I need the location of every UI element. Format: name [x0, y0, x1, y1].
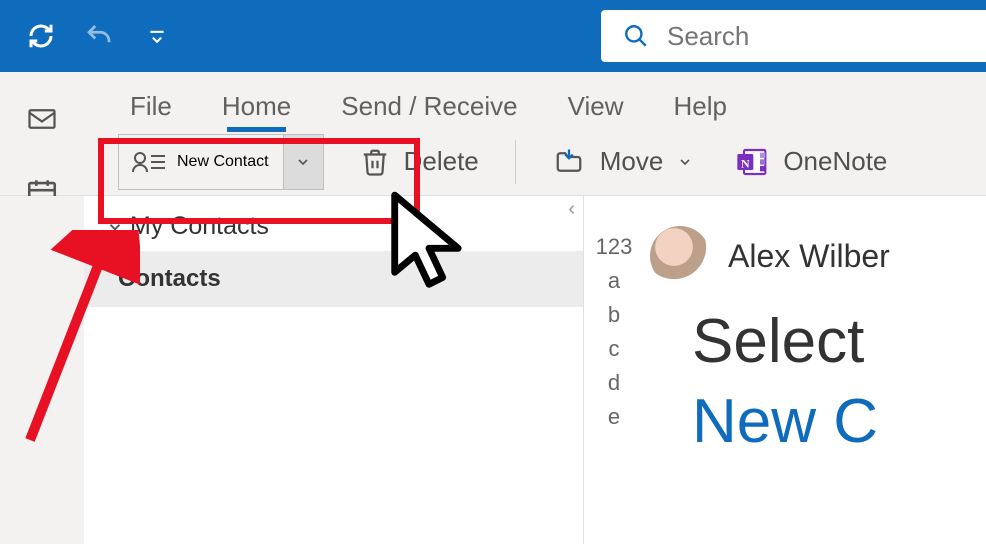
tooltip-line2: New C [692, 386, 878, 457]
az-d[interactable]: d [584, 366, 644, 400]
contact-name: Alex Wilber [728, 238, 890, 275]
delete-label: Delete [404, 146, 479, 177]
folder-contacts[interactable]: Contacts [84, 251, 583, 307]
new-contact-button[interactable]: New Contact [118, 134, 324, 190]
ribbon: New Contact Delete Move [0, 128, 986, 196]
content-pane: 123 a b c d e Alex Wilber Select New C [584, 196, 986, 544]
new-contact-label: New Contact [177, 153, 269, 171]
tooltip-line1: Select [692, 306, 864, 377]
contact-card[interactable]: Alex Wilber [644, 226, 986, 286]
az-e[interactable]: e [584, 400, 644, 434]
new-contact-dropdown[interactable] [283, 135, 323, 189]
collapse-pane-icon[interactable]: ‹ [568, 198, 575, 221]
onenote-button[interactable]: N OneNote [729, 140, 893, 184]
move-label: Move [600, 146, 664, 177]
ribbon-divider [515, 140, 516, 184]
new-contact-icon [131, 147, 167, 177]
tab-home[interactable]: Home [222, 91, 291, 128]
rail-mail[interactable] [0, 82, 84, 156]
onenote-label: OneNote [783, 146, 887, 177]
move-button[interactable]: Move [546, 140, 700, 183]
ribbon-tabs: File Home Send / Receive View Help [0, 72, 986, 128]
search-input[interactable] [667, 21, 964, 52]
group-label: My Contacts [130, 212, 269, 241]
tab-send-receive[interactable]: Send / Receive [341, 91, 517, 128]
delete-button[interactable]: Delete [354, 140, 485, 184]
avatar [650, 226, 710, 286]
customize-dropdown-icon[interactable] [142, 21, 172, 51]
tab-view[interactable]: View [568, 91, 624, 128]
folder-move-icon [552, 147, 586, 177]
search-box[interactable] [601, 10, 986, 62]
chevron-down-icon [677, 154, 693, 170]
az-c[interactable]: c [584, 332, 644, 366]
folder-pane: ‹ My Contacts Contacts [84, 196, 584, 544]
group-my-contacts[interactable]: My Contacts [84, 202, 583, 251]
trash-icon [360, 146, 390, 178]
tab-help[interactable]: Help [673, 91, 726, 128]
undo-icon[interactable] [84, 21, 114, 51]
search-icon [623, 23, 649, 49]
onenote-icon: N [735, 146, 769, 178]
tab-file[interactable]: File [130, 91, 172, 128]
title-bar [0, 0, 986, 72]
az-b[interactable]: b [584, 298, 644, 332]
alpha-index: 123 a b c d e [584, 196, 644, 544]
svg-text:N: N [741, 156, 750, 170]
sync-icon[interactable] [26, 21, 56, 51]
chevron-down-icon [106, 218, 124, 236]
az-a[interactable]: a [584, 264, 644, 298]
az-123[interactable]: 123 [584, 230, 644, 264]
